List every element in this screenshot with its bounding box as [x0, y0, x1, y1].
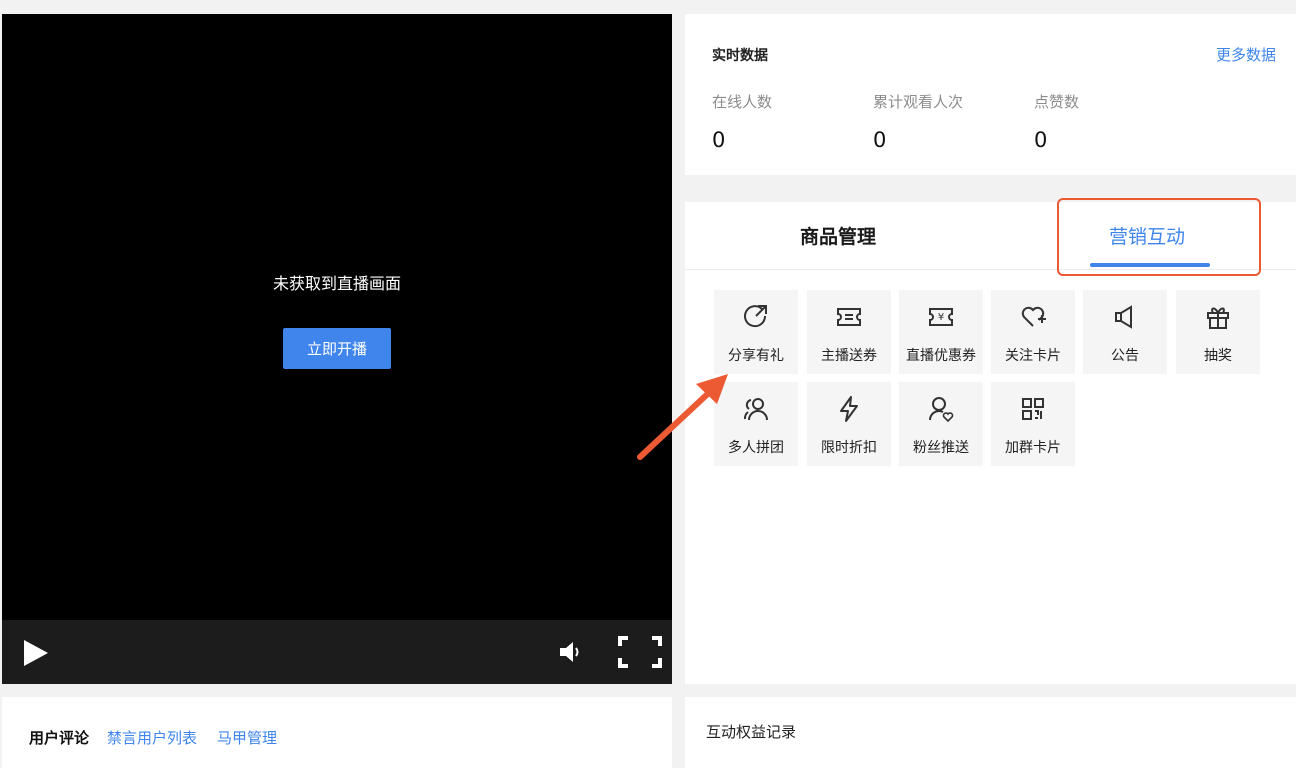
- tool-label: 公告: [1111, 348, 1139, 364]
- user-comments-tab[interactable]: 用户评论: [29, 727, 89, 748]
- coupon-ticket-icon: [837, 308, 861, 326]
- stats-title: 实时数据: [712, 48, 768, 64]
- tool-flash-sale[interactable]: 限时折扣: [807, 382, 891, 466]
- tool-label: 关注卡片: [1005, 348, 1061, 364]
- muted-users-link[interactable]: 禁言用户列表: [107, 727, 197, 748]
- total-views-label: 累计观看人次: [873, 93, 964, 111]
- tool-announcement[interactable]: 公告: [1083, 290, 1167, 374]
- likes-value: 0: [1034, 128, 1048, 152]
- tool-label: 分享有礼: [728, 348, 784, 364]
- tool-group-card[interactable]: 加群卡片: [991, 382, 1075, 466]
- tool-lottery[interactable]: 抽奖: [1176, 290, 1260, 374]
- tool-follow-card[interactable]: 关注卡片: [991, 290, 1075, 374]
- lightning-icon: [840, 396, 858, 422]
- tool-label: 加群卡片: [1005, 440, 1061, 456]
- annotation-arrow-icon: [637, 374, 728, 460]
- total-views-value: 0: [873, 128, 887, 152]
- play-icon[interactable]: [22, 639, 50, 667]
- tab-bar: 商品管理 营销互动: [685, 198, 1296, 276]
- tool-label: 直播优惠券: [906, 348, 976, 364]
- qr-code-icon: [1022, 398, 1044, 420]
- share-arrow-icon: [744, 305, 767, 328]
- tool-label: 限时折扣: [821, 440, 877, 456]
- megaphone-icon: [1115, 305, 1132, 329]
- fullscreen-icon[interactable]: [618, 636, 662, 668]
- online-count-value: 0: [712, 128, 726, 152]
- volume-icon[interactable]: [558, 639, 584, 665]
- interaction-records-panel: 互动权益记录: [685, 697, 1296, 768]
- tool-label: 抽奖: [1204, 348, 1232, 364]
- tool-live-coupon[interactable]: ¥ 直播优惠券: [899, 290, 983, 374]
- alias-management-link[interactable]: 马甲管理: [217, 727, 277, 748]
- tool-fan-push[interactable]: 粉丝推送: [899, 382, 983, 466]
- tool-host-coupon[interactable]: 主播送券: [807, 290, 891, 374]
- tool-label: 主播送券: [821, 348, 877, 364]
- online-count-label: 在线人数: [712, 93, 773, 111]
- no-stream-message: 未获取到直播画面: [272, 274, 401, 293]
- comments-panel: 用户评论 禁言用户列表 马甲管理: [2, 697, 672, 768]
- svg-text:¥: ¥: [938, 312, 944, 323]
- tab-highlight-box: [1057, 198, 1261, 276]
- tool-share-gift[interactable]: 分享有礼: [714, 290, 798, 374]
- yen-coupon-icon: ¥: [929, 308, 953, 326]
- likes-label: 点赞数: [1034, 93, 1080, 111]
- live-video-player: 未获取到直播画面 立即开播: [2, 14, 672, 684]
- fan-user-heart-icon: [929, 397, 954, 423]
- more-data-link[interactable]: 更多数据: [1216, 44, 1276, 65]
- gift-icon: [1207, 307, 1229, 329]
- realtime-stats-panel: 实时数据 更多数据 在线人数 累计观看人次 点赞数 0 0 0: [685, 14, 1296, 175]
- heart-plus-icon: [1021, 306, 1046, 327]
- tab-goods-management[interactable]: 商品管理: [800, 222, 876, 249]
- tool-label: 粉丝推送: [913, 440, 969, 456]
- management-panel: 商品管理 营销互动 分享有礼 主播送券 ¥ 直播优惠券 关注卡片 公告 抽奖 多…: [685, 198, 1296, 684]
- player-controls: [2, 620, 672, 684]
- start-live-button[interactable]: 立即开播: [283, 328, 391, 369]
- records-title: 互动权益记录: [706, 723, 797, 741]
- group-users-icon: [743, 398, 768, 421]
